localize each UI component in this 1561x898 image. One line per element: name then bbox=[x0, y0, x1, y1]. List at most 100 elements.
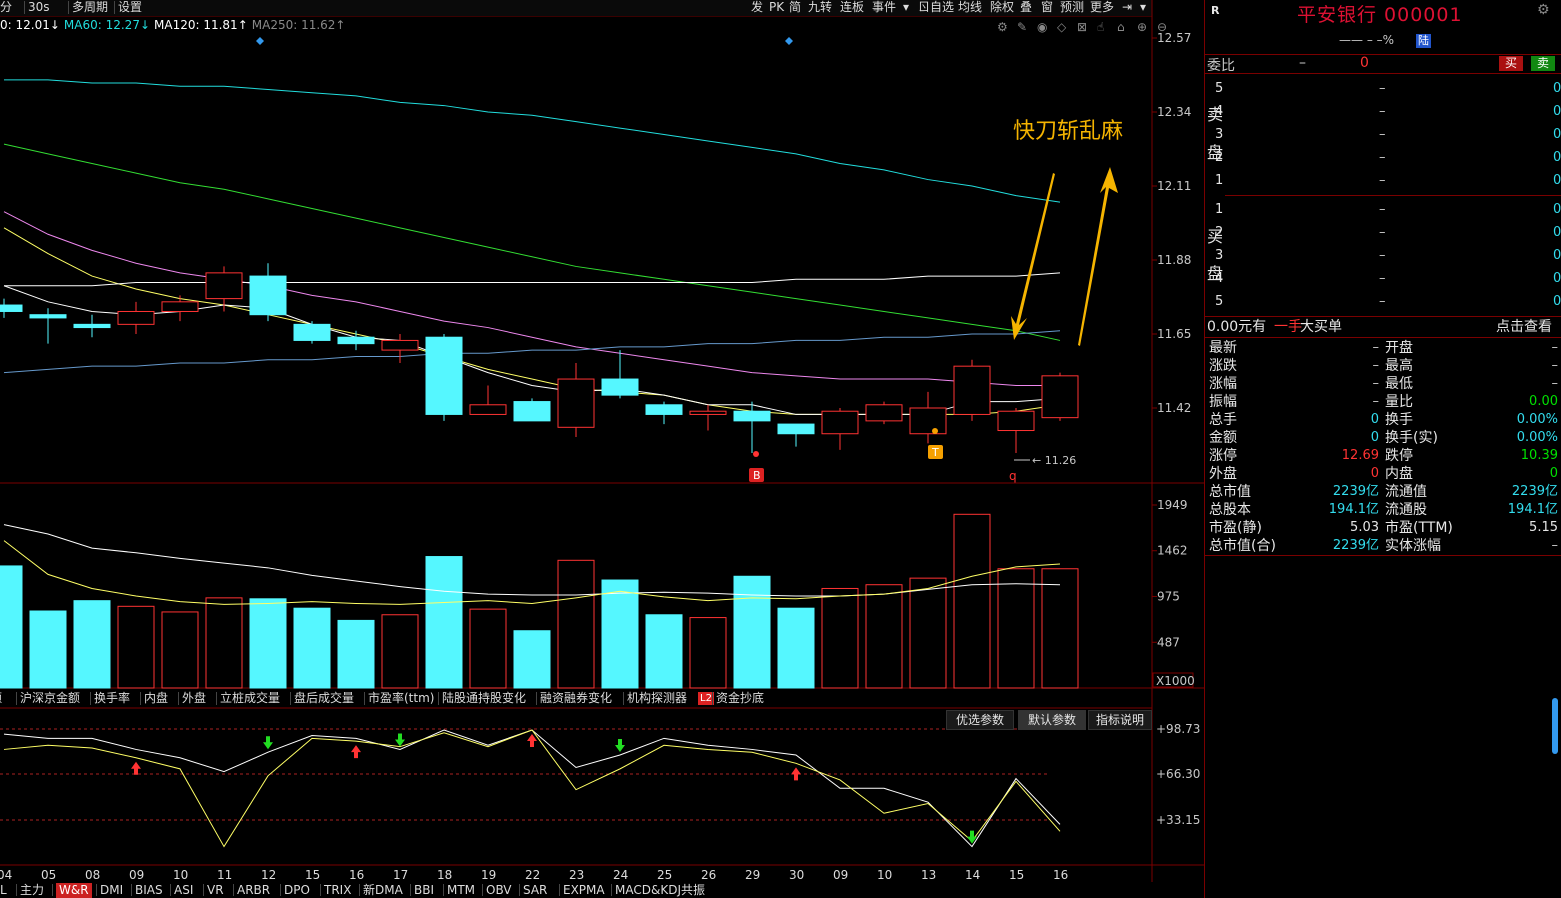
big-order-link[interactable]: 点击查看 bbox=[1496, 318, 1552, 336]
bottom-tab[interactable]: SAR bbox=[523, 883, 547, 898]
indicator-tab[interactable]: 立桩成交量 bbox=[220, 691, 280, 706]
tab-separator bbox=[52, 884, 53, 896]
x-axis-label: 16 bbox=[349, 868, 364, 882]
indicator-tab[interactable]: 市盈率(ttm) bbox=[368, 691, 434, 706]
event-diamond-marker[interactable] bbox=[785, 37, 793, 45]
indicator-tab[interactable]: 资金抄底 bbox=[716, 691, 764, 706]
x-axis-label: 10 bbox=[877, 868, 892, 882]
sell-button[interactable]: 卖 bbox=[1531, 56, 1555, 71]
candle-body bbox=[777, 423, 815, 435]
chart-tool-icon[interactable]: ⌂ bbox=[1117, 20, 1125, 34]
bottom-tab[interactable]: ARBR bbox=[237, 883, 270, 898]
bottom-tab[interactable]: DPO bbox=[284, 883, 310, 898]
chart-tool-icon[interactable]: ⊖ bbox=[1157, 20, 1167, 34]
param-button-0[interactable]: 优选参数 bbox=[946, 710, 1014, 730]
candle-body bbox=[337, 336, 375, 345]
indicator-tab[interactable]: 陆股通持股变化 bbox=[442, 691, 526, 706]
indicator-tab[interactable]: 沪深京金额 bbox=[20, 691, 80, 706]
buy-level-volume: 0 bbox=[1553, 271, 1561, 286]
price-ma120-white-line bbox=[4, 272, 1061, 287]
tab-separator bbox=[438, 692, 439, 705]
candle-body bbox=[73, 323, 111, 329]
volume-bar bbox=[557, 559, 595, 689]
chart-tool-icon[interactable]: ◇ bbox=[1057, 20, 1067, 34]
price-ma-yellow-line bbox=[3, 227, 1061, 415]
volume-bar bbox=[513, 630, 551, 689]
bottom-tab[interactable]: BIAS bbox=[135, 883, 163, 898]
x-axis-label: 12 bbox=[261, 868, 276, 882]
stock-title[interactable]: 平安银行 000001 bbox=[1297, 0, 1463, 27]
buy-level-index: 3 bbox=[1215, 248, 1224, 263]
bottom-tab[interactable]: DMI bbox=[100, 883, 123, 898]
x-axis-label: 26 bbox=[701, 868, 716, 882]
bottom-tab[interactable]: ASI bbox=[174, 883, 193, 898]
bottom-tab[interactable]: L bbox=[0, 883, 7, 898]
chart-tool-icon[interactable]: ⚙ bbox=[997, 20, 1008, 34]
weibi-label: 委比 bbox=[1207, 58, 1235, 74]
wr-down-arrow-signal bbox=[263, 736, 273, 750]
tab-separator bbox=[623, 692, 624, 705]
gear-icon[interactable]: ⚙ bbox=[1537, 2, 1550, 18]
indicator-tab[interactable]: 内盘 bbox=[144, 691, 168, 706]
bottom-tab[interactable]: 新DMA bbox=[363, 883, 403, 898]
volume-bar bbox=[1041, 568, 1079, 689]
tab-separator bbox=[536, 692, 537, 705]
volume-bar bbox=[997, 568, 1035, 689]
sell-level-price: – bbox=[1379, 150, 1386, 165]
candle-body bbox=[469, 404, 507, 415]
candle-body bbox=[161, 301, 199, 312]
chart-tool-icon[interactable]: ◉ bbox=[1037, 20, 1047, 34]
volume-bar bbox=[821, 587, 859, 689]
bottom-tab[interactable]: MTM bbox=[447, 883, 475, 898]
bottom-tab[interactable]: W&R bbox=[56, 883, 92, 898]
stat-value: 5.15 bbox=[1529, 520, 1558, 535]
x-axis-label: 11 bbox=[217, 868, 232, 882]
chart-tool-icon[interactable]: ☝ bbox=[1097, 20, 1104, 34]
volume-bar bbox=[381, 614, 419, 689]
param-button-2[interactable]: 指标说明 bbox=[1088, 710, 1152, 730]
chart-canvas[interactable]: BTq← 11.26快刀斩乱麻 12.5712.3412.1111.8811.6… bbox=[0, 0, 1204, 898]
price-summary: —— – –% bbox=[1339, 33, 1395, 47]
scrollbar-thumb[interactable] bbox=[1552, 698, 1558, 754]
event-diamond-marker[interactable] bbox=[256, 37, 264, 45]
candle-body bbox=[381, 339, 419, 351]
buy-button[interactable]: 买 bbox=[1499, 56, 1523, 71]
buy-level-volume: 0 bbox=[1553, 202, 1561, 217]
x-axis-label: 08 bbox=[85, 868, 100, 882]
candle-body bbox=[249, 275, 287, 316]
param-button-1[interactable]: 默认参数 bbox=[1018, 710, 1086, 730]
wr-wr-yellow-line bbox=[3, 729, 1061, 848]
chart-tool-icon[interactable]: ⊠ bbox=[1077, 20, 1087, 34]
candle-body bbox=[205, 272, 243, 300]
bottom-tab[interactable]: OBV bbox=[486, 883, 512, 898]
signal-dot bbox=[753, 451, 759, 457]
bottom-tab[interactable]: 主力 bbox=[20, 883, 44, 898]
buy-level-price: – bbox=[1379, 248, 1386, 263]
indicator-tab[interactable]: 换手率 bbox=[94, 691, 130, 706]
x-axis-label: 23 bbox=[569, 868, 584, 882]
chart-tool-icon[interactable]: ✎ bbox=[1017, 20, 1027, 34]
indicator-tab[interactable]: 额 bbox=[0, 691, 2, 706]
weibi-value: 0 bbox=[1360, 55, 1369, 71]
candle-body bbox=[865, 404, 903, 422]
sell-level-volume: 0 bbox=[1553, 104, 1561, 119]
bottom-tab[interactable]: TRIX bbox=[324, 883, 351, 898]
bottom-tab[interactable]: EXPMA bbox=[563, 883, 605, 898]
volume-bar bbox=[29, 610, 67, 689]
volume-bar bbox=[293, 607, 331, 689]
big-order-amount: 0.00元有 bbox=[1207, 319, 1267, 335]
chart-tool-icon[interactable]: ⊕ bbox=[1137, 20, 1147, 34]
indicator-tab[interactable]: 融资融券变化 bbox=[540, 691, 612, 706]
indicator-tab[interactable]: 外盘 bbox=[182, 691, 206, 706]
bottom-tab[interactable]: MACD&KDJ共振 bbox=[615, 883, 705, 898]
up-arrow-annotation bbox=[1078, 167, 1118, 346]
stat-value: – bbox=[1551, 538, 1559, 553]
candle-body bbox=[645, 404, 683, 415]
weibi-dash: – bbox=[1299, 55, 1306, 71]
bottom-tab[interactable]: VR bbox=[207, 883, 224, 898]
bottom-tab[interactable]: BBI bbox=[414, 883, 434, 898]
indicator-tab[interactable]: 盘后成交量 bbox=[294, 691, 354, 706]
wr-up-arrow-signal bbox=[791, 767, 801, 781]
candle-body bbox=[425, 336, 463, 415]
indicator-tab[interactable]: 机构探测器 bbox=[627, 691, 687, 706]
